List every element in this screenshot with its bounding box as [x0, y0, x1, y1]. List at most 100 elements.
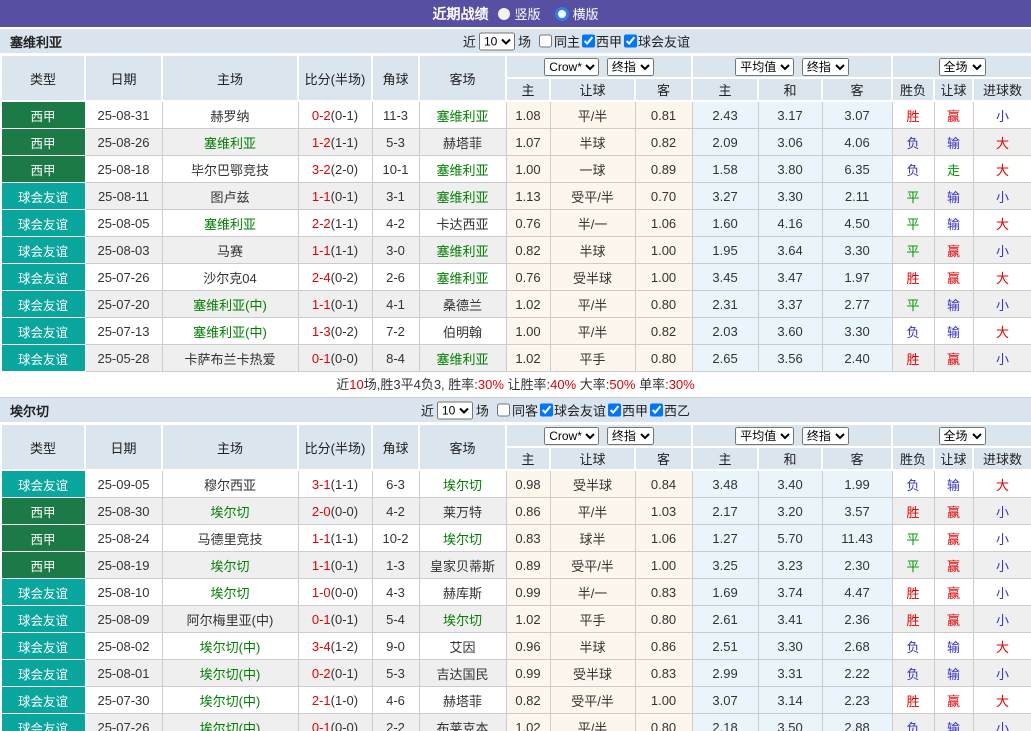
filter-checkbox[interactable]: 西乙 — [648, 401, 690, 420]
scope-select[interactable]: 全场 — [939, 427, 986, 445]
col-header-date: 日期 — [85, 424, 162, 470]
away-team-link[interactable]: 赫库斯 — [419, 579, 506, 606]
halftime-score: (0-0) — [331, 585, 358, 600]
away-team-link[interactable]: 伯明翰 — [419, 318, 506, 345]
avg-home-odds: 2.31 — [692, 291, 758, 318]
away-team-link[interactable]: 塞维利亚 — [419, 237, 506, 264]
away-team-link[interactable]: 卡达西亚 — [419, 210, 506, 237]
home-team-link[interactable]: 赫罗纳 — [162, 101, 298, 129]
recent-count-select[interactable]: 10 — [479, 32, 515, 50]
home-team-link[interactable]: 卡萨布兰卡热爱 — [162, 345, 298, 372]
col-header-away: 客场 — [419, 424, 506, 470]
away-team-link[interactable]: 埃尔切 — [419, 606, 506, 633]
result-goals: 小 — [973, 498, 1031, 525]
corner-cell: 3-0 — [372, 237, 419, 264]
odds-provider-select[interactable]: Crow* — [544, 58, 599, 76]
away-team-link[interactable]: 塞维利亚 — [419, 183, 506, 210]
home-team-link[interactable]: 塞维利亚 — [162, 210, 298, 237]
home-team-link[interactable]: 塞维利亚 — [162, 129, 298, 156]
checkbox-input[interactable] — [624, 35, 637, 48]
sevilla-summary-line: 近10场,胜3平4负3, 胜率:30% 让胜率:40% 大率:50% 单率:30… — [0, 372, 1031, 398]
filter-checkbox[interactable]: 西甲 — [606, 401, 648, 420]
avg-type-select[interactable]: 平均值 — [735, 58, 794, 76]
avg-stage-select[interactable]: 终指 — [802, 58, 849, 76]
away-team-link[interactable]: 塞维利亚 — [419, 264, 506, 291]
away-team-link[interactable]: 埃尔切 — [419, 470, 506, 498]
away-team-link[interactable]: 布莱克本 — [419, 714, 506, 731]
checkbox-input[interactable] — [608, 404, 621, 417]
odds-stage-select[interactable]: 终指 — [607, 58, 654, 76]
same-venue-checkbox[interactable] — [497, 404, 510, 417]
sub-header-handicap: 让球 — [550, 78, 635, 101]
corner-cell: 8-4 — [372, 345, 419, 372]
filter-checkbox[interactable]: 球会友谊 — [538, 401, 606, 420]
fulltime-score: 1-1 — [312, 189, 331, 204]
handicap-line: 受平/半 — [550, 552, 635, 579]
home-team-link[interactable]: 马赛 — [162, 237, 298, 264]
avg-away-odds: 4.47 — [822, 579, 892, 606]
recent-count-select[interactable]: 10 — [437, 401, 473, 419]
away-team-link[interactable]: 莱万特 — [419, 498, 506, 525]
checkbox-input[interactable] — [582, 35, 595, 48]
filter-controls: 近 10 场 同主 西甲球会友谊 — [463, 32, 690, 51]
away-team-link[interactable]: 塞维利亚 — [419, 345, 506, 372]
filter-checkbox[interactable]: 西甲 — [580, 32, 622, 51]
away-team-link[interactable]: 埃尔切 — [419, 525, 506, 552]
average-odds-group: 平均值 终指 — [692, 55, 892, 78]
odds-home: 0.76 — [506, 210, 550, 237]
result-goals: 小 — [973, 552, 1031, 579]
home-team-link[interactable]: 埃尔切(中) — [162, 660, 298, 687]
scope-select[interactable]: 全场 — [939, 58, 986, 76]
away-team-link[interactable]: 赫塔菲 — [419, 129, 506, 156]
checkbox-input[interactable] — [540, 404, 553, 417]
fulltime-score: 3-4 — [312, 639, 331, 654]
away-team-link[interactable]: 桑德兰 — [419, 291, 506, 318]
match-type-badge: 球会友谊 — [1, 606, 85, 633]
home-team-link[interactable]: 埃尔切 — [162, 498, 298, 525]
odds-home: 0.82 — [506, 237, 550, 264]
odds-provider-select[interactable]: Crow* — [544, 427, 599, 445]
result-handicap: 赢 — [934, 498, 973, 525]
avg-home-odds: 2.17 — [692, 498, 758, 525]
home-team-link[interactable]: 埃尔切(中) — [162, 633, 298, 660]
horizontal-layout-radio[interactable]: 横版 — [555, 4, 599, 23]
radio-icon[interactable] — [498, 8, 510, 20]
home-team-link[interactable]: 埃尔切(中) — [162, 714, 298, 731]
away-team-link[interactable]: 赫塔菲 — [419, 687, 506, 714]
match-type-badge: 球会友谊 — [1, 470, 85, 498]
home-team-link[interactable]: 阿尔梅里亚(中) — [162, 606, 298, 633]
home-team-link[interactable]: 穆尔西亚 — [162, 470, 298, 498]
radio-selected-icon[interactable] — [555, 7, 569, 21]
away-team-link[interactable]: 塞维利亚 — [419, 156, 506, 183]
match-date: 25-05-28 — [85, 345, 162, 372]
away-team-link[interactable]: 塞维利亚 — [419, 101, 506, 129]
avg-home-odds: 2.65 — [692, 345, 758, 372]
odds-home: 1.13 — [506, 183, 550, 210]
halftime-score: (1-1) — [331, 531, 358, 546]
avg-type-select[interactable]: 平均值 — [735, 427, 794, 445]
avg-stage-select[interactable]: 终指 — [802, 427, 849, 445]
home-team-link[interactable]: 图卢兹 — [162, 183, 298, 210]
match-date: 25-08-19 — [85, 552, 162, 579]
home-team-link[interactable]: 塞维利亚(中) — [162, 318, 298, 345]
result-goals: 小 — [973, 606, 1031, 633]
away-team-link[interactable]: 吉达国民 — [419, 660, 506, 687]
home-team-link[interactable]: 马德里竞技 — [162, 525, 298, 552]
away-team-link[interactable]: 艾因 — [419, 633, 506, 660]
checkbox-input[interactable] — [650, 404, 663, 417]
avg-away-odds: 2.11 — [822, 183, 892, 210]
home-team-link[interactable]: 沙尔克04 — [162, 264, 298, 291]
odds-stage-select[interactable]: 终指 — [607, 427, 654, 445]
match-row: 球会友谊25-08-11图卢兹1-1(0-1)3-1塞维利亚1.13受平/半0.… — [1, 183, 1031, 210]
home-team-link[interactable]: 埃尔切 — [162, 579, 298, 606]
page-title: 近期战绩 — [432, 4, 488, 24]
vertical-layout-radio[interactable]: 竖版 — [498, 4, 540, 23]
home-team-link[interactable]: 塞维利亚(中) — [162, 291, 298, 318]
home-team-link[interactable]: 毕尔巴鄂竞技 — [162, 156, 298, 183]
away-team-link[interactable]: 皇家贝蒂斯 — [419, 552, 506, 579]
home-team-link[interactable]: 埃尔切(中) — [162, 687, 298, 714]
home-team-link[interactable]: 埃尔切 — [162, 552, 298, 579]
same-venue-checkbox[interactable] — [539, 35, 552, 48]
odds-away: 1.06 — [635, 210, 692, 237]
filter-checkbox[interactable]: 球会友谊 — [622, 32, 690, 51]
